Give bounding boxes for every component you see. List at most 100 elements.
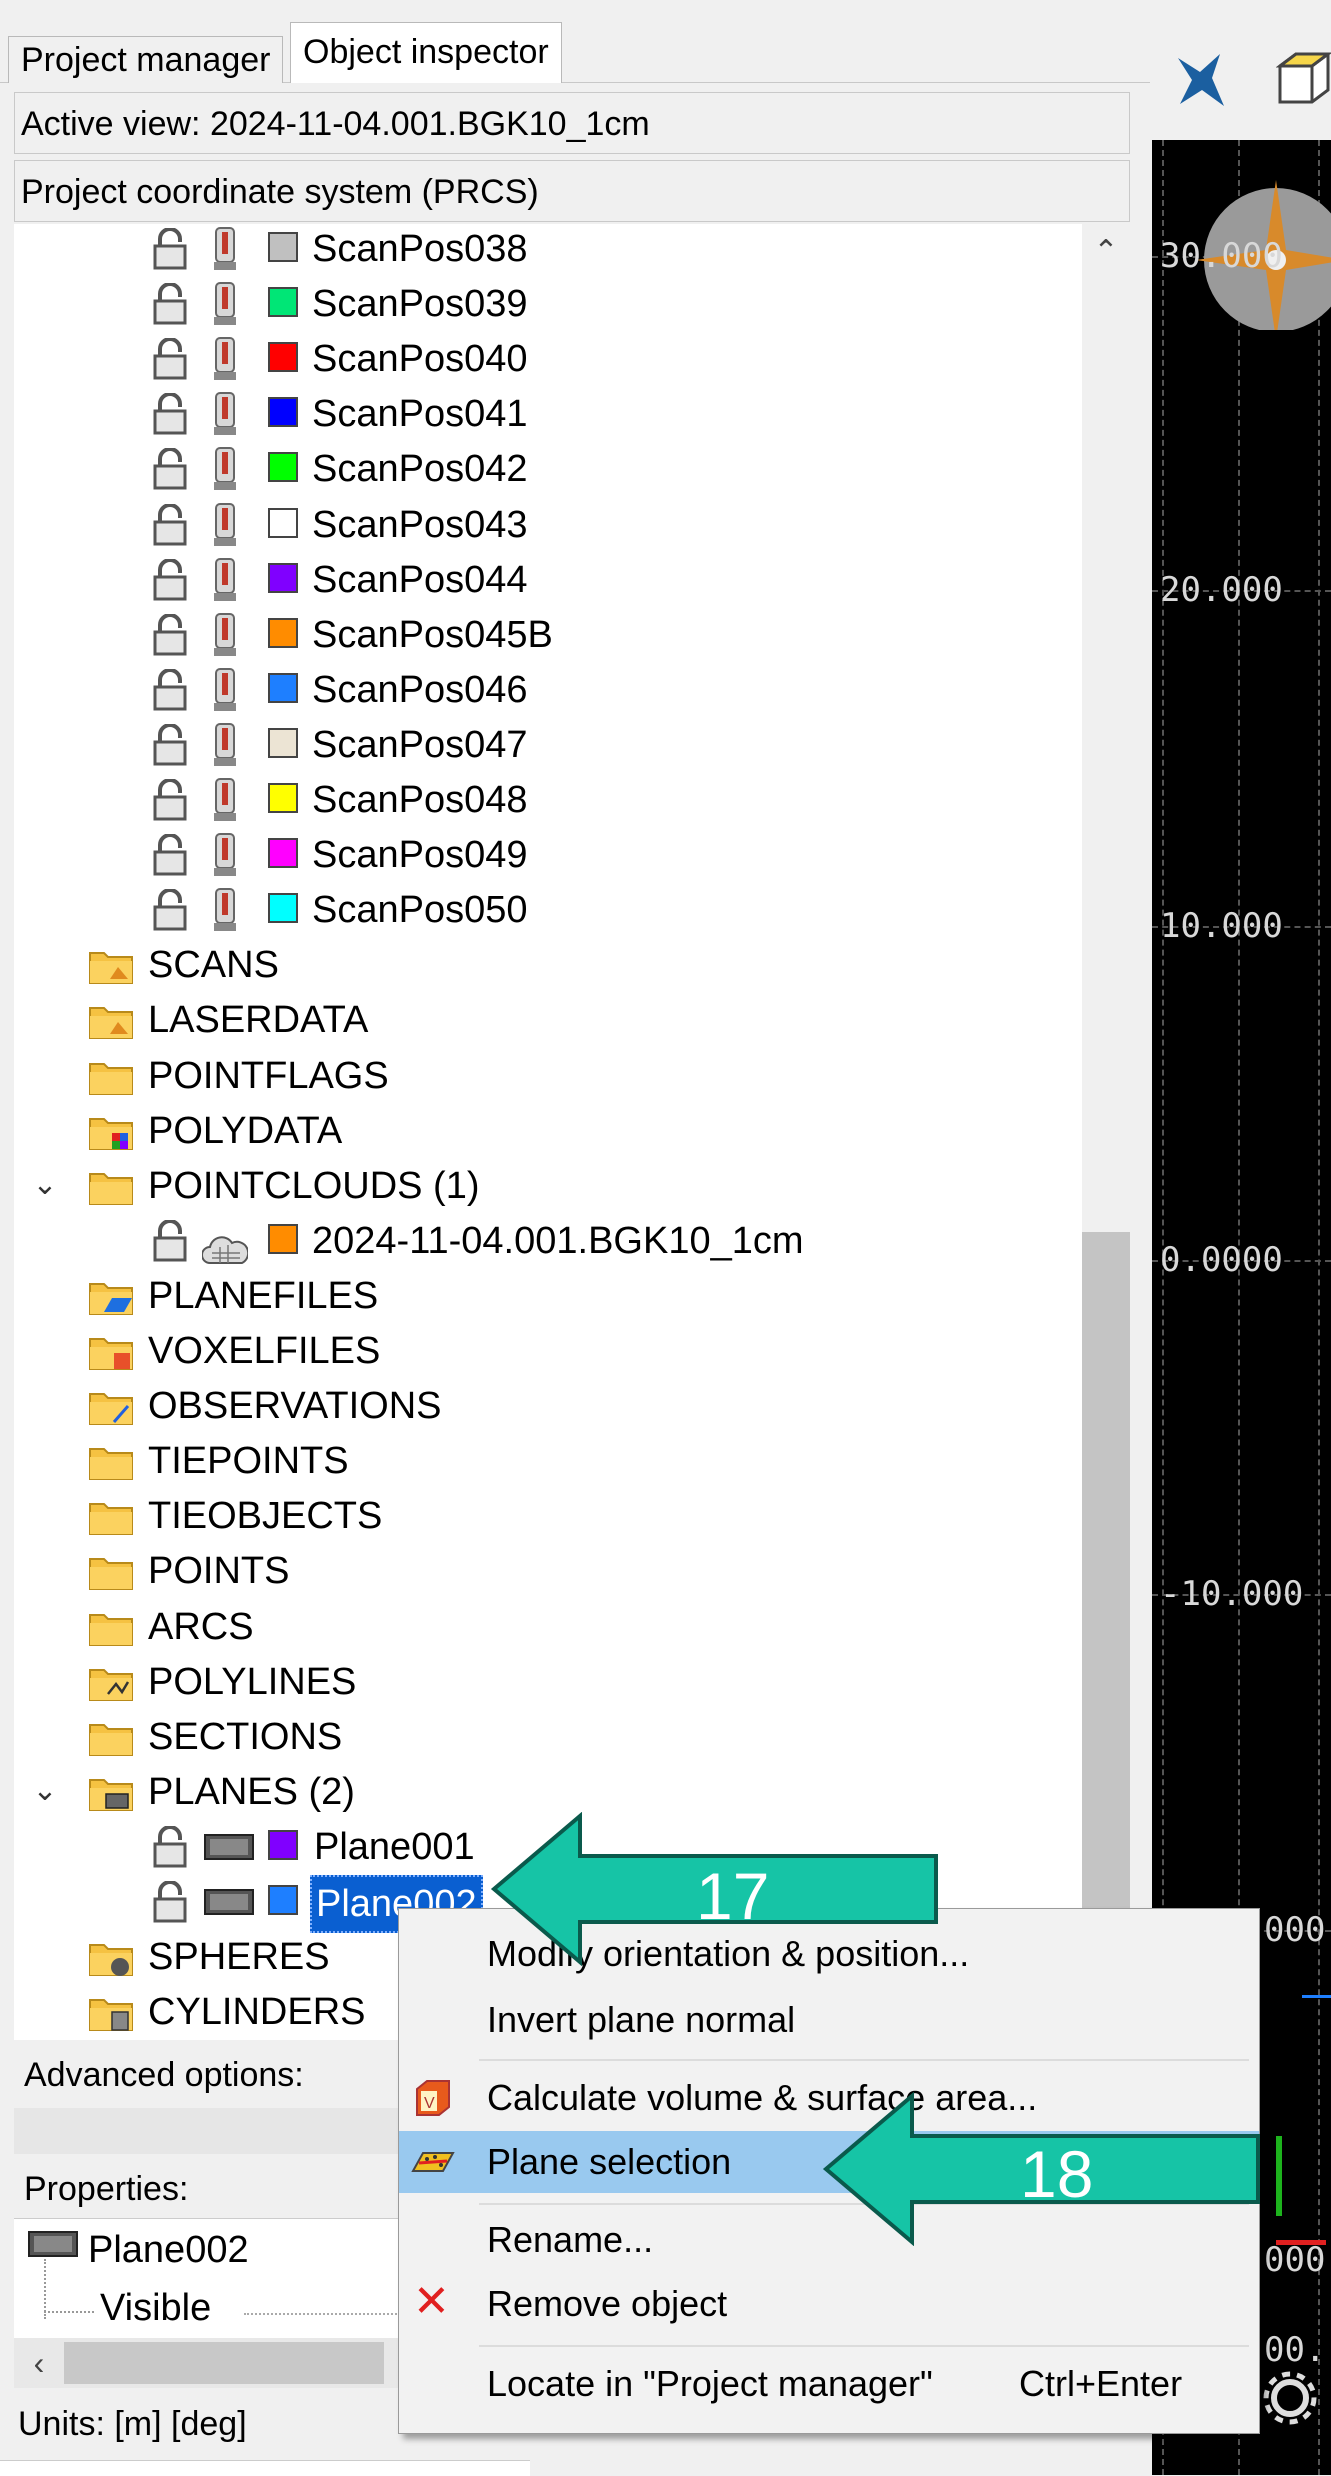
axis-tick-label: 0.0000	[1160, 1240, 1283, 1280]
menu-item-label: Rename...	[487, 2219, 654, 2260]
tree-folder-observations[interactable]: OBSERVATIONS	[14, 1379, 1082, 1433]
scanner-icon	[212, 281, 238, 327]
folder-icon	[88, 1773, 134, 1811]
color-swatch[interactable]	[268, 783, 298, 813]
tree-item-scanpos[interactable]: ScanPos046	[14, 663, 1082, 717]
lock-icon[interactable]	[152, 1218, 188, 1262]
tree-folder-polydata[interactable]: POLYDATA	[14, 1104, 1082, 1158]
lock-icon[interactable]	[152, 778, 188, 821]
tree-item-scanpos[interactable]: ScanPos045B	[14, 608, 1082, 662]
tree-item-scanpos[interactable]: ScanPos041	[14, 387, 1082, 441]
scroll-left-icon[interactable]: ‹	[14, 2338, 64, 2388]
chevron-down-icon[interactable]: ⌄	[28, 1165, 62, 1205]
lock-icon[interactable]	[152, 888, 188, 931]
tree-item-scanpos[interactable]: ScanPos038	[14, 224, 1082, 276]
axis-tick-label: -10.000	[1160, 1574, 1304, 1614]
tab-project-manager[interactable]: Project manager	[8, 36, 284, 83]
tree-folder-polylines[interactable]: POLYLINES	[14, 1655, 1082, 1709]
lock-icon[interactable]	[152, 722, 188, 766]
folder-icon	[88, 1167, 134, 1205]
tree-item-scanpos[interactable]: ScanPos049	[14, 828, 1082, 882]
bird-view-icon[interactable]	[1172, 50, 1228, 110]
color-swatch[interactable]	[268, 452, 298, 483]
menu-item-invert-normal[interactable]: Invert plane normal	[399, 1989, 1259, 2051]
tree-item-scanpos[interactable]: ScanPos039	[14, 277, 1082, 331]
tree-scrollbar-thumb[interactable]	[1082, 1232, 1130, 1922]
tree-folder-label: OBSERVATIONS	[148, 1385, 442, 1428]
plane-icon	[204, 1833, 254, 1860]
menu-separator	[479, 2345, 1249, 2347]
color-swatch[interactable]	[268, 672, 298, 703]
grid-line	[1318, 140, 1320, 2475]
scroll-up-icon[interactable]: ⌃	[1082, 226, 1130, 274]
color-swatch[interactable]	[268, 1223, 298, 1254]
tree-item-scanpos[interactable]: ScanPos042	[14, 442, 1082, 496]
cube-view-icon[interactable]	[1276, 50, 1331, 106]
menu-item-label: Plane selection	[487, 2141, 732, 2182]
tree-folder-voxelfiles[interactable]: VOXELFILES	[14, 1324, 1082, 1378]
tree-folder-label: POLYLINES	[148, 1660, 357, 1703]
tree-folder-tieobjects[interactable]: TIEOBJECTS	[14, 1489, 1082, 1543]
color-swatch[interactable]	[268, 507, 298, 538]
chevron-down-icon[interactable]: ⌄	[28, 1771, 62, 1811]
color-swatch[interactable]	[268, 727, 298, 758]
properties-label: Properties:	[24, 2170, 189, 2208]
color-swatch[interactable]	[268, 1885, 298, 1915]
lock-icon[interactable]	[152, 1880, 188, 1923]
menu-item-remove-object[interactable]: ✕ Remove object	[399, 2273, 1259, 2335]
folder-icon	[88, 1001, 134, 1040]
callout-number-17: 17	[696, 1859, 770, 1933]
color-swatch[interactable]	[268, 232, 298, 262]
color-swatch[interactable]	[268, 1829, 298, 1860]
lock-icon[interactable]	[152, 227, 188, 270]
tree-item-scanpos[interactable]: ScanPos048	[14, 773, 1082, 827]
tree-folder-laserdata[interactable]: LASERDATA	[14, 993, 1082, 1047]
tree-item-scanpos[interactable]: ScanPos050	[14, 883, 1082, 937]
scanner-icon	[212, 832, 238, 878]
property-visible[interactable]: Visible	[100, 2277, 211, 2339]
tree-folder-scans[interactable]: SCANS	[14, 938, 1082, 992]
tree-folder-points[interactable]: POINTS	[14, 1544, 1082, 1598]
object-tree[interactable]: ScanPos038 ScanPos039 ScanPos040 ScanPos041…	[14, 224, 1082, 2040]
tree-folder-planes[interactable]: ⌄ PLANES (2)	[14, 1765, 1082, 1819]
lock-icon[interactable]	[152, 392, 188, 435]
lock-icon[interactable]	[152, 282, 188, 325]
tree-item-label: ScanPos046	[312, 668, 528, 711]
tree-item-scanpos[interactable]: ScanPos040	[14, 332, 1082, 386]
tree-folder-pointclouds[interactable]: ⌄ POINTCLOUDS (1)	[14, 1159, 1082, 1213]
lock-icon[interactable]	[152, 612, 188, 656]
tree-folder-label: POINTCLOUDS (1)	[148, 1164, 480, 1207]
tree-item-pointcloud[interactable]: 2024-11-04.001.BGK10_1cm	[14, 1214, 1082, 1268]
color-swatch[interactable]	[268, 893, 298, 924]
color-swatch[interactable]	[268, 617, 298, 648]
gear-icon[interactable]	[1260, 2368, 1320, 2428]
lock-icon[interactable]	[152, 833, 188, 876]
axis-y-icon	[1276, 2136, 1282, 2216]
tab-object-inspector[interactable]: Object inspector	[290, 22, 562, 83]
color-swatch[interactable]	[268, 838, 298, 869]
lock-icon[interactable]	[152, 667, 188, 711]
properties-hscroll-thumb[interactable]	[64, 2342, 384, 2384]
tree-folder-pointflags[interactable]: POINTFLAGS	[14, 1049, 1082, 1103]
color-swatch[interactable]	[268, 287, 298, 318]
lock-icon[interactable]	[152, 557, 188, 601]
axis-tick-label: 000	[1264, 2240, 1326, 2280]
tree-item-scanpos[interactable]: ScanPos043	[14, 498, 1082, 552]
lock-icon[interactable]	[152, 337, 188, 380]
tree-item-scanpos[interactable]: ScanPos044	[14, 553, 1082, 607]
tree-folder-label: SECTIONS	[148, 1715, 343, 1758]
lock-icon[interactable]	[152, 1824, 188, 1868]
lock-icon[interactable]	[152, 502, 188, 546]
menu-item-locate-project-manager[interactable]: Locate in "Project manager" Ctrl+Enter	[399, 2353, 1259, 2415]
tree-folder-planefiles[interactable]: PLANEFILES	[14, 1269, 1082, 1323]
view-toolbar	[1152, 0, 1331, 140]
color-swatch[interactable]	[268, 562, 298, 593]
scanner-icon	[212, 777, 238, 823]
color-swatch[interactable]	[268, 397, 298, 428]
tree-folder-sections[interactable]: SECTIONS	[14, 1710, 1082, 1764]
color-swatch[interactable]	[268, 342, 298, 373]
tree-item-scanpos[interactable]: ScanPos047	[14, 718, 1082, 772]
tree-folder-tiepoints[interactable]: TIEPOINTS	[14, 1434, 1082, 1488]
lock-icon[interactable]	[152, 447, 188, 490]
tree-folder-arcs[interactable]: ARCS	[14, 1600, 1082, 1654]
